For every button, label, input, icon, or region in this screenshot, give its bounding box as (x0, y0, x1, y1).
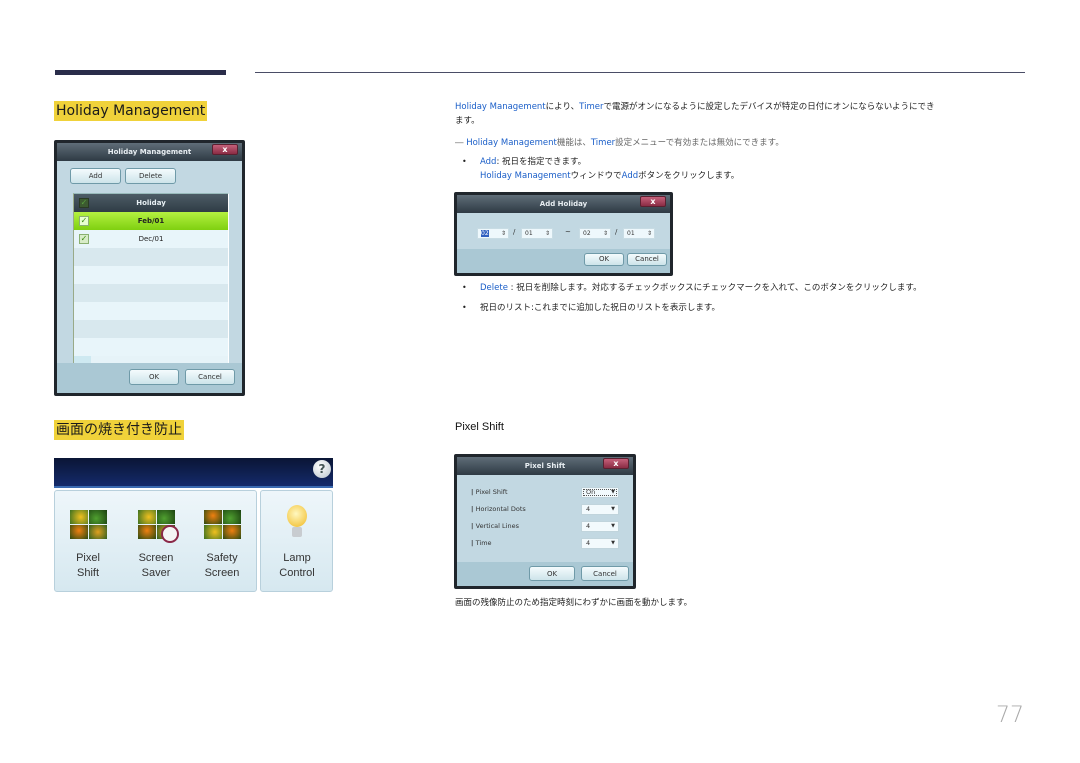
safety-screen-button[interactable]: Safety Screen (189, 491, 255, 591)
light-bulb-icon (278, 505, 316, 539)
screen-saver-icon (137, 509, 179, 543)
holiday-list-header: ✓ Holiday (74, 194, 228, 212)
help-icon[interactable]: ? (313, 460, 331, 478)
holiday-column-label: Holiday (136, 199, 166, 207)
from-month-spinner[interactable]: 02 ⇕ (477, 228, 509, 239)
section-title-holiday: Holiday Management (54, 101, 208, 121)
clock-icon (161, 525, 179, 543)
close-button[interactable]: x (603, 458, 629, 469)
holiday-date: Feb/01 (137, 217, 165, 225)
bullet-add: Add: 祝日を指定できます。 Holiday Managementウィンドウで… (480, 157, 740, 181)
holiday-row-empty (74, 266, 228, 284)
ok-button[interactable]: OK (129, 369, 179, 385)
field-select[interactable]: 4 ▼ (581, 538, 619, 549)
row-checkbox[interactable]: ✓ (79, 216, 89, 226)
field-select[interactable]: On ▼ (581, 487, 619, 498)
chevron-down-icon[interactable]: ▼ (611, 505, 615, 514)
holiday-management-dialog: Holiday Management x Add Delete ✓ Holida… (54, 140, 245, 396)
holiday-row-empty (74, 320, 228, 338)
bullet: • (462, 303, 467, 312)
field-label: | Vertical Lines (471, 522, 519, 530)
dialog-title: Pixel Shift (524, 462, 566, 470)
chevron-down-icon[interactable]: ▼ (611, 539, 615, 548)
spin-arrows-icon[interactable]: ⇕ (501, 229, 506, 238)
to-month-spinner[interactable]: 02 ⇕ (579, 228, 611, 239)
holiday-row[interactable]: ✓ Dec/01 (74, 230, 228, 248)
close-button[interactable]: x (212, 144, 238, 155)
section-title-burn-in: 画面の焼き付き防止 (54, 420, 184, 440)
spin-arrows-icon[interactable]: ⇕ (603, 229, 608, 238)
cancel-button[interactable]: Cancel (185, 369, 235, 385)
dialog-titlebar: Pixel Shift x (457, 457, 633, 475)
add-holiday-dialog: Add Holiday x 02 ⇕ / 01 ⇕ ~ 02 ⇕ / 01 ⇕ OK C… (454, 192, 673, 276)
pixel-shift-caption: 画面の残像防止のため指定時刻にわずかに画面を動かします。 (455, 598, 693, 608)
delete-button[interactable]: Delete (125, 168, 176, 184)
select-all-checkbox[interactable]: ✓ (79, 198, 89, 208)
header-rule-thin (255, 72, 1025, 73)
dialog-title: Add Holiday (539, 200, 588, 208)
holiday-date: Dec/01 (138, 235, 164, 243)
burn-in-menu-panel: ? PixelShift ScreenSaver SafetyScreen (54, 458, 333, 592)
range-separator: ~ (565, 228, 571, 236)
spin-arrows-icon[interactable]: ⇕ (647, 229, 652, 238)
dialog-titlebar: Holiday Management x (57, 143, 242, 161)
lamp-control-button[interactable]: Lamp Control (264, 491, 330, 591)
field-select[interactable]: 4 ▼ (581, 521, 619, 532)
page-number: 77 (996, 703, 1024, 728)
field-label: | Horizontal Dots (471, 505, 526, 513)
pixel-shift-heading: Pixel Shift (455, 421, 504, 433)
dialog-titlebar: Add Holiday x (457, 195, 670, 213)
from-day-spinner[interactable]: 01 ⇕ (521, 228, 553, 239)
field-select[interactable]: 4 ▼ (581, 504, 619, 515)
add-button[interactable]: Add (70, 168, 121, 184)
holiday-row-empty (74, 338, 228, 356)
bullet-holiday-list: 祝日のリスト:これまでに追加した祝日のリストを表示します。 (480, 303, 721, 313)
holiday-row[interactable]: ✓ Feb/01 (74, 212, 228, 230)
bullet-delete: Delete : 祝日を削除します。対応するチェックボックスにチェックマークを入… (480, 283, 922, 293)
menu-header-bar: ? (54, 458, 333, 488)
chevron-down-icon[interactable]: ▼ (611, 488, 615, 497)
holiday-note: ― Holiday Management機能は、Timer設定メニューで有効また… (455, 138, 784, 148)
cancel-button[interactable]: Cancel (581, 566, 629, 581)
to-day-spinner[interactable]: 01 ⇕ (623, 228, 655, 239)
dialog-title: Holiday Management (107, 148, 192, 156)
pixel-shift-icon (69, 509, 107, 539)
safety-screen-icon (203, 509, 241, 539)
holiday-row-empty (74, 302, 228, 320)
cancel-button[interactable]: Cancel (627, 253, 667, 266)
pixel-shift-dialog: Pixel Shift x | Pixel Shift On ▼ | Horizont… (454, 454, 636, 589)
chevron-down-icon[interactable]: ▼ (611, 522, 615, 531)
close-button[interactable]: x (640, 196, 666, 207)
ok-button[interactable]: OK (529, 566, 575, 581)
row-checkbox[interactable]: ✓ (79, 234, 89, 244)
holiday-description: Holiday Managementにより、Timerで電源がオンになるように設… (455, 102, 935, 126)
holiday-list: ✓ Holiday ✓ Feb/01 ✓ Dec/01 (73, 193, 229, 365)
field-label: | Pixel Shift (471, 488, 508, 496)
bullet: • (462, 157, 467, 166)
pixel-shift-button[interactable]: Pixel Shift (55, 491, 121, 591)
header-rule-thick (55, 70, 226, 75)
field-label: | Time (471, 539, 492, 547)
holiday-row-empty (74, 284, 228, 302)
ok-button[interactable]: OK (584, 253, 624, 266)
holiday-row-empty (74, 248, 228, 266)
bullet: • (462, 283, 467, 292)
spin-arrows-icon[interactable]: ⇕ (545, 229, 550, 238)
screen-saver-button[interactable]: Screen Saver (123, 491, 189, 591)
